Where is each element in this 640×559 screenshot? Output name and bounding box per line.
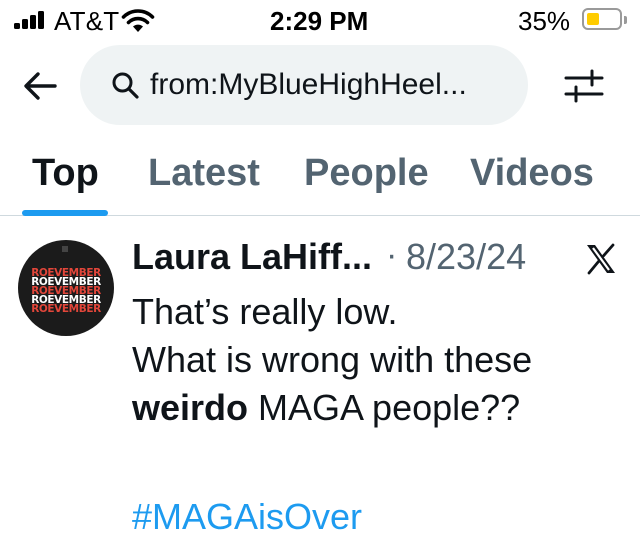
clock: 2:29 PM — [270, 6, 369, 36]
avatar[interactable]: ROEVEMBER ROEVEMBER ROEVEMBER ROEVEMBER … — [18, 240, 114, 336]
tab-top[interactable]: Top — [32, 152, 99, 195]
hashtag-link[interactable]: #MAGAisOver — [132, 493, 362, 541]
cellular-signal-icon — [14, 11, 48, 29]
active-tab-indicator — [22, 210, 108, 216]
tweet-date[interactable]: 8/23/24 — [406, 236, 526, 278]
author-name[interactable]: Laura LaHiff... — [132, 236, 372, 278]
status-bar: AT&T 2:29 PM 35% — [0, 0, 640, 40]
tweet-text-line: What is wrong with these — [132, 339, 533, 380]
search-tabs: Top Latest People Videos — [0, 140, 640, 216]
tweet-text-line: That’s really low. — [132, 291, 398, 332]
x-logo-icon — [587, 243, 615, 275]
battery-icon — [582, 8, 627, 30]
bold-word: weirdo — [132, 387, 249, 428]
separator-dot: · — [386, 236, 398, 274]
search-query: from:MyBlueHighHeel... — [150, 68, 467, 101]
tweet-text: That’s really low. What is wrong with th… — [132, 288, 632, 432]
battery-fill — [587, 13, 599, 25]
tweet-text-line: weirdo MAGA people?? — [132, 387, 521, 428]
back-button[interactable] — [20, 66, 60, 106]
tab-latest[interactable]: Latest — [148, 152, 260, 195]
carrier-name: AT&T — [54, 6, 120, 36]
filter-sliders-icon[interactable] — [562, 64, 606, 108]
battery-percentage: 35% — [518, 6, 571, 36]
tab-people[interactable]: People — [304, 152, 429, 195]
arrow-left-icon — [24, 72, 57, 100]
search-icon — [112, 72, 139, 99]
wifi-icon — [121, 9, 155, 32]
search-input[interactable]: from:MyBlueHighHeel... — [80, 45, 528, 125]
tab-videos[interactable]: Videos — [470, 152, 594, 195]
